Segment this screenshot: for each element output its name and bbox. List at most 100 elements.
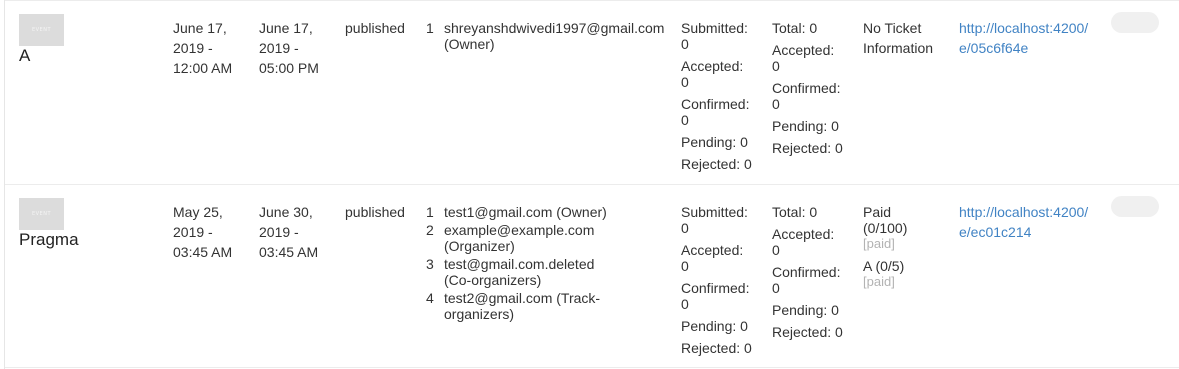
event-name: Pragma	[19, 230, 79, 249]
stat-label: Accepted:	[772, 42, 835, 58]
date-line: June 17,	[259, 20, 313, 36]
date-line: 03:45 AM	[259, 244, 319, 260]
event-start-date: June 17, 2019 - 12:00 AM	[173, 18, 253, 78]
event-end-date: June 17, 2019 - 05:00 PM	[259, 18, 339, 78]
session-stats: Submitted: 0 Accepted: 0 Confirmed: 0 Pendi…	[681, 20, 761, 178]
speaker-stats: Total: 0 Accepted: 0 Confirmed: 0 Pending:…	[772, 204, 852, 346]
row-divider	[5, 367, 1179, 368]
ticket-type-badge: [paid]	[863, 236, 895, 251]
stat-value: 0	[809, 204, 818, 220]
stat-value: 0	[835, 140, 843, 156]
session-stat: Pending: 0	[681, 318, 761, 334]
ticket-name: Paid	[863, 204, 892, 220]
stat-label: Accepted:	[681, 58, 744, 74]
stat-value: 0	[772, 280, 780, 296]
stat-value: 0	[681, 112, 689, 128]
list-number: 3	[426, 256, 434, 272]
stat-value: 0	[740, 134, 748, 150]
list-item: 3 test@gmail.com.deleted (Co-organizers)	[426, 256, 664, 288]
stat-label: Pending:	[681, 134, 737, 150]
role-text: test@gmail.com.deleted (Co-organizers)	[444, 256, 595, 288]
date-line: 03:45 AM	[173, 244, 233, 260]
session-stat: Rejected: 0	[681, 156, 761, 172]
stat-label: Accepted:	[772, 226, 835, 242]
session-stat: Confirmed: 0	[681, 280, 761, 312]
stat-value: 0	[772, 96, 780, 112]
stat-value: 0	[831, 118, 839, 134]
ticket-list: Paid (0/100) [paid] A (0/5) [paid]	[863, 204, 948, 296]
stat-value: 0	[831, 302, 839, 318]
event-start-date: May 25, 2019 - 03:45 AM	[173, 202, 253, 262]
stat-label: Rejected:	[772, 140, 832, 156]
date-line: June 30,	[259, 204, 313, 220]
stat-value: 0	[835, 324, 843, 340]
date-line: 12:00 AM	[173, 60, 233, 76]
speaker-stat: Rejected: 0	[772, 324, 852, 340]
stat-label: Total:	[772, 204, 806, 220]
speaker-stat: Pending: 0	[772, 302, 852, 318]
session-stat: Accepted: 0	[681, 58, 761, 90]
session-stat: Submitted: 0	[681, 20, 761, 52]
stat-label: Rejected:	[681, 156, 741, 172]
stat-value: 0	[809, 20, 818, 36]
session-stat: Confirmed: 0	[681, 96, 761, 128]
list-item: 1 test1@gmail.com (Owner)	[426, 204, 664, 220]
speaker-stat: Confirmed: 0	[772, 80, 852, 112]
ticket-name: A	[863, 258, 872, 274]
stat-value: 0	[681, 296, 689, 312]
speaker-stat: Pending: 0	[772, 118, 852, 134]
role-text: example@example.com (Organizer)	[444, 222, 595, 254]
event-roles: 1 shreyanshdwivedi1997@gmail.com (Owner)	[426, 20, 664, 54]
stat-label: Submitted:	[681, 20, 748, 36]
stat-value: 0	[681, 258, 689, 274]
stat-label: Total:	[772, 20, 806, 36]
stat-value: 0	[772, 58, 780, 74]
event-state: published	[345, 204, 405, 220]
event-public-url-link[interactable]: http://localhost:4200/e/ec01c214	[959, 202, 1099, 242]
ticket-type-badge: [paid]	[863, 274, 895, 289]
list-number: 2	[426, 222, 434, 238]
stat-value: 0	[681, 220, 689, 236]
list-number: 1	[426, 20, 434, 36]
stat-label: Accepted:	[681, 242, 744, 258]
ticket-count: (0/5)	[875, 258, 905, 274]
date-line: 2019 -	[259, 224, 299, 240]
date-line: 2019 -	[173, 40, 213, 56]
stat-label: Submitted:	[681, 204, 748, 220]
event-toggle-switch[interactable]	[1111, 196, 1159, 217]
session-stats: Submitted: 0 Accepted: 0 Confirmed: 0 Pendi…	[681, 204, 761, 362]
table-row: EVENT Pragma May 25, 2019 - 03:45 AM Jun…	[0, 184, 1179, 367]
stat-value: 0	[772, 242, 780, 258]
thumbnail-watermark: EVENT	[31, 27, 52, 33]
speaker-stat: Accepted: 0	[772, 42, 852, 74]
event-public-url-link[interactable]: http://localhost:4200/e/05c6f64e	[959, 18, 1099, 58]
stat-label: Rejected:	[772, 324, 832, 340]
thumbnail-watermark: EVENT	[31, 211, 52, 217]
session-stat: Accepted: 0	[681, 242, 761, 274]
ticket-count: (0/100)	[863, 220, 908, 236]
stat-label: Pending:	[681, 318, 737, 334]
ticket-line: A (0/5)	[863, 258, 948, 274]
speaker-stat: Confirmed: 0	[772, 264, 852, 296]
list-item: 2 example@example.com (Organizer)	[426, 222, 664, 254]
stat-label: Rejected:	[681, 340, 741, 356]
session-stat: Submitted: 0	[681, 204, 761, 236]
session-stat: Rejected: 0	[681, 340, 761, 356]
event-toggle-switch[interactable]	[1111, 12, 1159, 33]
list-number: 1	[426, 204, 434, 220]
date-line: 2019 -	[259, 40, 299, 56]
role-text: shreyanshdwivedi1997@gmail.com (Owner)	[444, 20, 665, 52]
stat-value: 0	[681, 74, 689, 90]
stat-value: 0	[681, 36, 689, 52]
speaker-stats: Total: 0 Accepted: 0 Confirmed: 0 Pending:…	[772, 20, 852, 162]
stat-label: Confirmed:	[681, 96, 750, 112]
stat-label: Pending:	[772, 118, 828, 134]
stat-label: Confirmed:	[772, 80, 841, 96]
speaker-stat: Rejected: 0	[772, 140, 852, 156]
event-end-date: June 30, 2019 - 03:45 AM	[259, 202, 339, 262]
event-state: published	[345, 20, 405, 36]
list-item: 1 shreyanshdwivedi1997@gmail.com (Owner)	[426, 20, 664, 52]
event-thumbnail: EVENT	[19, 14, 64, 46]
speaker-stat: Total: 0	[772, 20, 852, 36]
date-line: June 17,	[173, 20, 227, 36]
